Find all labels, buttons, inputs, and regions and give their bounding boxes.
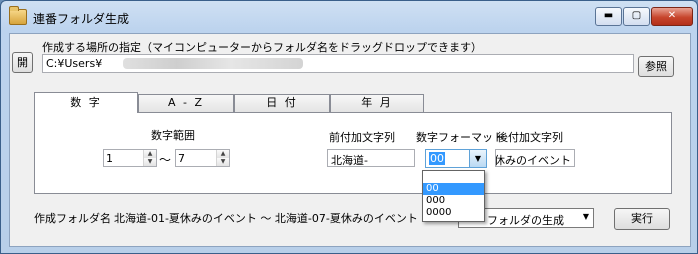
spin-down-icon[interactable]: ▼ [144, 158, 156, 166]
location-instruction: 作成する場所の指定（マイコンピューターからフォルダ名をドラッグドロップできます） [42, 41, 482, 54]
suffix-input[interactable]: -夏休みのイベント [495, 149, 575, 167]
app-window: 連番フォルダ生成 ▬ ▢ ✕ 作成する場所の指定（マイコンピューターからフォルダ… [0, 0, 698, 254]
open-button[interactable]: 開 [12, 52, 33, 73]
tab-year-month[interactable]: 年 月 [330, 94, 424, 112]
range-to-value: 7 [178, 152, 185, 165]
range-tilde: ～ [159, 153, 172, 167]
tab-a-z[interactable]: A - Z [138, 94, 234, 112]
preview-label: 作成フォルダ名 [34, 212, 111, 225]
action-value: フォルダの生成 [487, 214, 564, 227]
close-button[interactable]: ✕ [651, 7, 693, 26]
minimize-button[interactable]: ▬ [595, 7, 622, 26]
range-label: 数字範囲 [151, 129, 195, 142]
range-to-spinner[interactable]: 7 ▲ ▼ [175, 149, 230, 167]
spin-up-icon[interactable]: ▲ [217, 150, 229, 158]
format-combo[interactable]: 00 ▼ [425, 149, 487, 168]
number-tab-panel: 数字範囲 1 ▲ ▼ ～ 7 ▲ ▼ 前付加文字列 北海道- 数字フォーマット [34, 112, 672, 194]
dropdown-option[interactable]: 00 [423, 183, 484, 195]
chevron-down-icon[interactable]: ▼ [583, 212, 589, 221]
dropdown-option[interactable]: 000 [423, 195, 484, 207]
execute-button[interactable]: 実行 [614, 208, 670, 230]
folder-icon [9, 6, 27, 25]
prefix-label: 前付加文字列 [329, 131, 395, 144]
maximize-button[interactable]: ▢ [623, 7, 650, 26]
format-selected: 00 [429, 152, 445, 165]
dropdown-option[interactable] [423, 171, 484, 183]
spin-up-icon[interactable]: ▲ [144, 150, 156, 158]
range-from-spinner[interactable]: 1 ▲ ▼ [103, 149, 157, 167]
suffix-value: -夏休みのイベント [495, 154, 571, 167]
minimize-icon: ▬ [603, 10, 614, 21]
spin-down-icon[interactable]: ▼ [217, 158, 229, 166]
browse-button[interactable]: 参照 [638, 56, 674, 77]
range-from-value: 1 [106, 152, 113, 165]
window-title: 連番フォルダ生成 [33, 12, 130, 26]
format-label: 数字フォーマット [416, 131, 504, 144]
tab-date[interactable]: 日 付 [234, 94, 330, 112]
range-from-arrows[interactable]: ▲ ▼ [143, 150, 156, 166]
prefix-input[interactable]: 北海道- [327, 149, 415, 167]
preview-value: 北海道-01-夏休みのイベント ～ 北海道-07-夏休みのイベント [114, 212, 418, 225]
suffix-label: 後付加文字列 [497, 131, 563, 144]
dropdown-option[interactable]: 0000 [423, 207, 484, 219]
maximize-icon: ▢ [631, 10, 642, 21]
client-area: 作成する場所の指定（マイコンピューターからフォルダ名をドラッグドロップできます）… [9, 33, 691, 247]
range-to-arrows[interactable]: ▲ ▼ [216, 150, 229, 166]
redacted-path [123, 58, 303, 69]
format-dropdown-list[interactable]: 00 000 0000 [422, 170, 485, 222]
close-icon: ✕ [667, 10, 677, 21]
title-bar[interactable]: 連番フォルダ生成 ▬ ▢ ✕ [1, 1, 697, 33]
chevron-down-icon[interactable]: ▼ [469, 150, 486, 167]
tab-number[interactable]: 数 字 [34, 92, 138, 113]
